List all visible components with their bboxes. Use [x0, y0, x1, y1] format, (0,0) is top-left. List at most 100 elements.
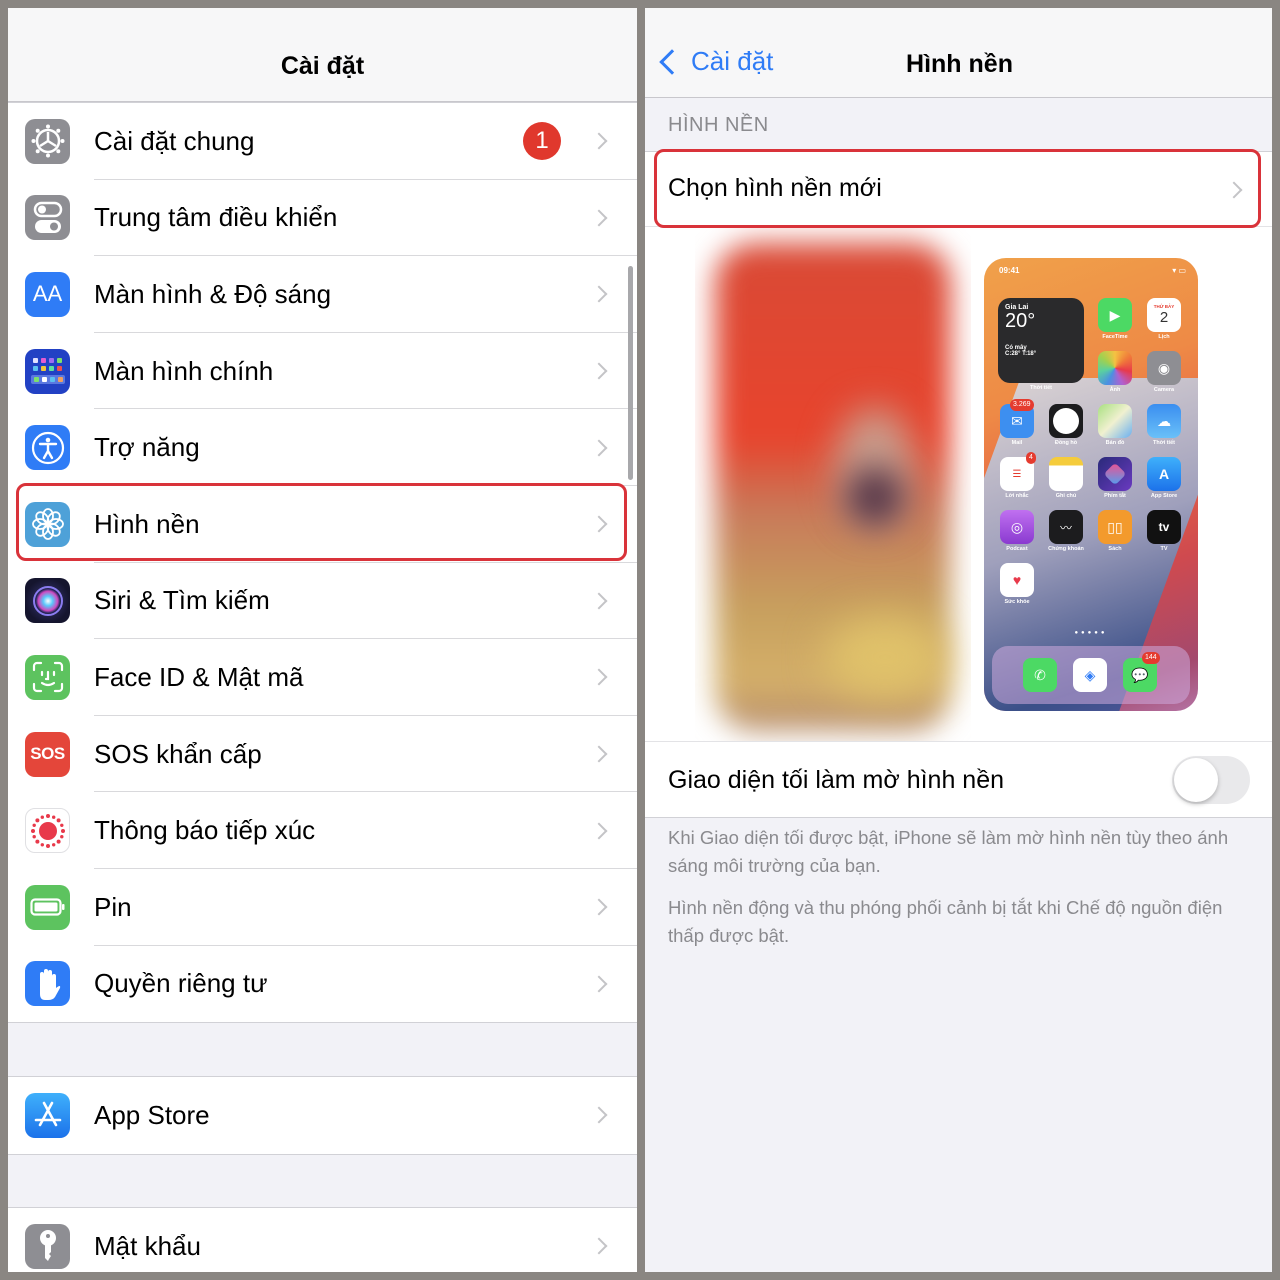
settings-item-exposure-notifications[interactable]: Thông báo tiếp xúc — [8, 792, 637, 869]
messages-badge: 144 — [1142, 652, 1160, 664]
home-screen-grid-icon — [25, 348, 70, 394]
dark-appearance-dims-label: Giao diện tối làm mờ hình nền — [668, 766, 1005, 794]
accessibility-icon — [25, 425, 70, 471]
settings-item-app-store[interactable]: App Store — [8, 1077, 637, 1154]
page-title-text: Hình nền — [906, 50, 1013, 78]
weather-widget: Gia Lai 20° Có mây C:28° T:18° — [998, 298, 1084, 383]
books-icon: ▯▯ — [1098, 510, 1132, 544]
app-label: Ghi chú — [1055, 493, 1077, 499]
app-label: Podcast — [1006, 546, 1028, 552]
app-label: Lịch — [1158, 334, 1170, 340]
choose-new-wallpaper-row[interactable]: Chọn hình nền mới — [645, 151, 1272, 227]
dark-appearance-dims-row: Giao diện tối làm mờ hình nền — [645, 741, 1272, 818]
lock-screen-blur-shape — [825, 617, 945, 697]
settings-item-label: Thông báo tiếp xúc — [94, 815, 316, 846]
choose-new-wallpaper-label: Chọn hình nền mới — [668, 174, 882, 202]
app-label: FaceTime — [1102, 334, 1128, 340]
photos-icon — [1098, 351, 1132, 385]
app-store-icon — [25, 1092, 70, 1138]
chevron-right-icon — [590, 1237, 608, 1255]
chevron-right-icon — [590, 745, 608, 763]
health-icon: ♥ — [1000, 563, 1034, 597]
settings-item-emergency-sos[interactable]: SOS SOS khẩn cấp — [8, 716, 637, 793]
settings-item-general[interactable]: Cài đặt chung 1 — [8, 103, 637, 180]
page-title: Cài đặt — [280, 52, 365, 80]
chevron-right-icon — [590, 285, 608, 303]
toggles-icon — [25, 195, 70, 241]
settings-item-label: Hình nền — [94, 508, 200, 539]
section-header: HÌNH NỀN — [668, 114, 769, 136]
settings-item-face-id[interactable]: Face ID & Mật mã — [8, 639, 637, 716]
settings-item-home-screen[interactable]: Màn hình chính — [8, 333, 637, 410]
podcasts-icon: ◎ — [1000, 510, 1034, 544]
app-label: Sách — [1108, 546, 1122, 552]
footnote-low-power: Hình nền động và thu phóng phối cảnh bị … — [668, 897, 1223, 946]
chevron-right-icon — [590, 132, 608, 150]
sos-icon: SOS — [25, 731, 70, 777]
app-label: Camera — [1153, 387, 1175, 393]
chevron-right-icon — [590, 362, 608, 380]
face-id-icon — [25, 654, 70, 700]
safari-icon: ◈ — [1073, 658, 1107, 692]
settings-item-display-brightness[interactable]: AA Màn hình & Độ sáng — [8, 256, 637, 333]
lock-screen-preview[interactable] — [695, 227, 971, 741]
clock-icon — [1049, 404, 1083, 438]
app-label: Phím tắt — [1104, 493, 1126, 499]
chevron-right-icon — [590, 1106, 608, 1124]
maps-icon — [1098, 404, 1132, 438]
chevron-right-icon — [1225, 181, 1243, 199]
wallpaper-previews: 09:41 ▾ ▭ Gia Lai 20° Có mây C:28° T:18°… — [645, 227, 1272, 741]
chevron-right-icon — [590, 209, 608, 227]
calendar-icon: THỨ BẢY 2 — [1147, 298, 1181, 332]
app-label: Ảnh — [1109, 387, 1121, 393]
settings-item-label: Quyền riêng tư — [94, 968, 268, 999]
dark-appearance-dims-toggle[interactable] — [1172, 756, 1250, 804]
app-label: Bản đồ — [1105, 440, 1125, 446]
chevron-right-icon — [590, 668, 608, 686]
settings-item-label: App Store — [94, 1099, 210, 1130]
toggle-knob — [1174, 758, 1218, 802]
mail-badge: 3.269 — [1010, 399, 1034, 411]
tv-icon: tv — [1147, 510, 1181, 544]
exposure-notification-icon — [25, 808, 70, 854]
facetime-icon: ▶ — [1098, 298, 1132, 332]
settings-item-battery[interactable]: Pin — [8, 869, 637, 946]
chevron-right-icon — [590, 592, 608, 610]
key-icon — [25, 1223, 70, 1269]
app-label: Mail — [1011, 440, 1023, 446]
hand-icon — [25, 961, 70, 1007]
settings-group-main: Cài đặt chung 1 Trung tâm điều khiển AA … — [8, 102, 637, 1024]
settings-item-label: Cài đặt chung — [94, 125, 255, 156]
settings-item-label: SOS khẩn cấp — [94, 738, 262, 769]
wifi-battery-icon: ▾ ▭ — [1172, 266, 1186, 275]
settings-item-passwords[interactable]: Mật khẩu — [8, 1208, 637, 1272]
home-screen-preview[interactable]: 09:41 ▾ ▭ Gia Lai 20° Có mây C:28° T:18°… — [984, 258, 1198, 711]
chevron-right-icon — [590, 898, 608, 916]
settings-item-label: Trợ năng — [94, 432, 200, 463]
chevron-right-icon — [590, 975, 608, 993]
camera-icon: ◉ — [1147, 351, 1181, 385]
reminders-badge: 4 — [1026, 452, 1036, 464]
settings-item-privacy[interactable]: Quyền riêng tư — [8, 946, 637, 1023]
settings-item-wallpaper[interactable]: Hình nền — [8, 486, 637, 563]
settings-nav-bar: Cài đặt — [8, 8, 637, 102]
scrollbar[interactable] — [628, 266, 633, 480]
footnote-dark-appearance: Khi Giao diện tối được bật, iPhone sẽ là… — [668, 827, 1229, 876]
shortcuts-icon — [1098, 457, 1132, 491]
settings-item-label: Màn hình chính — [94, 355, 274, 386]
gear-icon — [25, 118, 70, 164]
settings-item-accessibility[interactable]: Trợ năng — [8, 409, 637, 486]
app-label: App Store — [1150, 493, 1178, 499]
app-store-icon: A — [1147, 457, 1181, 491]
settings-item-control-center[interactable]: Trung tâm điều khiển — [8, 180, 637, 257]
page-dots: ●●●●● — [1074, 630, 1108, 636]
settings-item-siri-search[interactable]: Siri & Tìm kiếm — [8, 563, 637, 640]
app-label: Chứng khoán — [1048, 546, 1084, 552]
settings-item-label: Mật khẩu — [94, 1230, 201, 1261]
settings-group-passwords: Mật khẩu — [8, 1207, 637, 1272]
battery-icon — [25, 884, 70, 930]
app-label: TV — [1160, 546, 1168, 552]
settings-group-store: App Store — [8, 1076, 637, 1155]
stocks-icon: 〰 — [1049, 510, 1083, 544]
weather-temp: 20° — [1005, 310, 1036, 332]
